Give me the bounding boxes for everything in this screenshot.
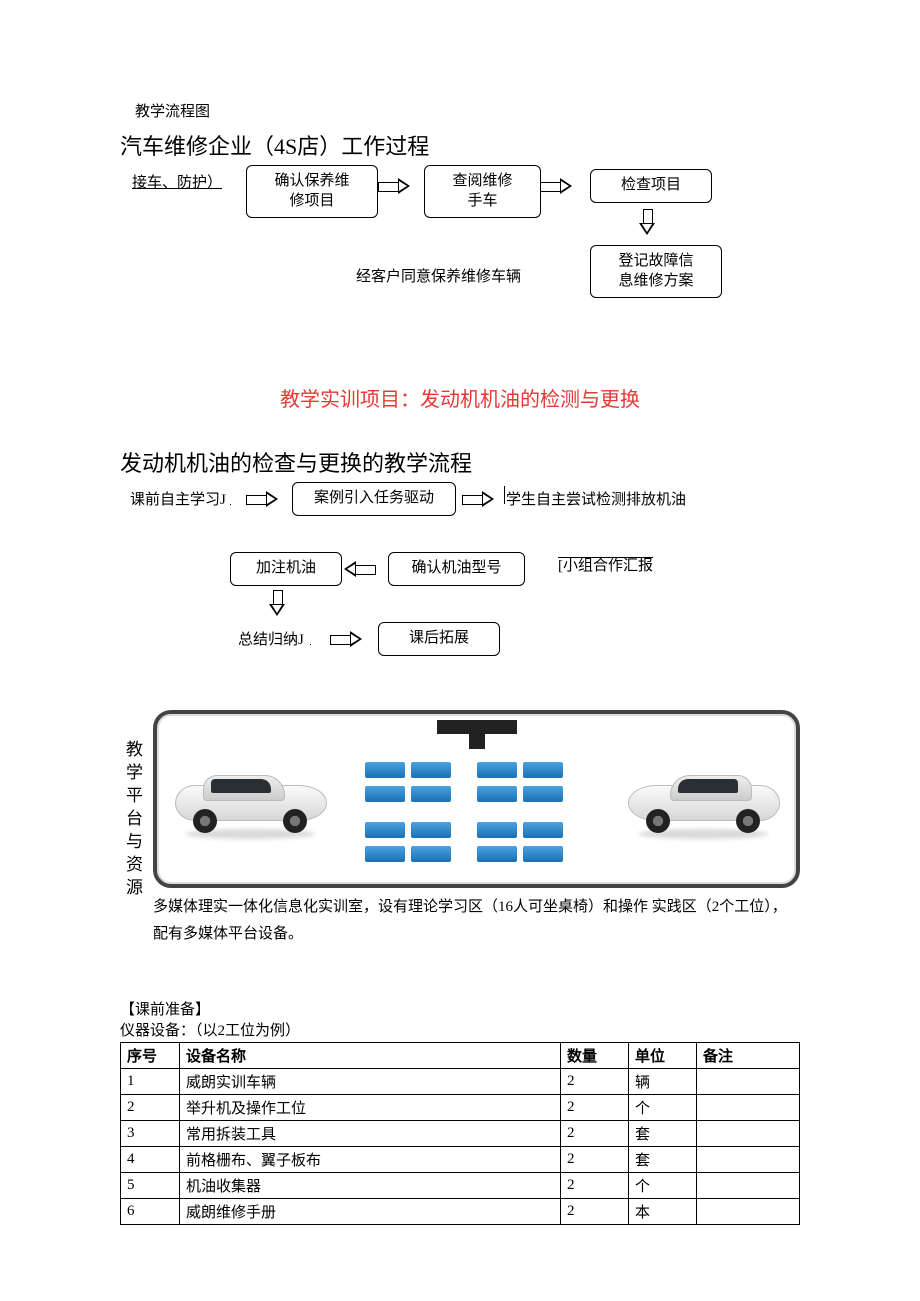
arrow-icon — [378, 179, 412, 193]
table-row: 1威朗实训车辆2辆 — [121, 1069, 800, 1095]
cell-unit: 辆 — [629, 1069, 697, 1095]
car-right-icon — [628, 769, 778, 833]
cell-qty: 2 — [561, 1121, 629, 1147]
workflow-diagram-1: 接车、防护） 确认保养维修项目 查阅维修手车 检查项目 登记故障信息维修方案 经… — [120, 165, 800, 365]
red-title: 教学实训项目：发动机机油的检测与更换 — [280, 389, 640, 411]
cell-remark — [697, 1147, 800, 1173]
arrow-icon — [540, 179, 574, 193]
cell-qty: 2 — [561, 1173, 629, 1199]
cell-name: 威朗维修手册 — [180, 1199, 561, 1225]
section1-title: 汽车维修企业（4S店）工作过程 — [120, 129, 800, 161]
cell-remark — [697, 1069, 800, 1095]
arrow-down-icon — [270, 590, 284, 616]
cell-qty: 2 — [561, 1069, 629, 1095]
table-row: 2举升机及操作工位2个 — [121, 1095, 800, 1121]
cell-unit: 个 — [629, 1173, 697, 1199]
flow2-box-last: 课后拓展 — [378, 622, 500, 656]
table-header-row: 序号 设备名称 数量 单位 备注 — [121, 1043, 800, 1069]
col-remark: 备注 — [697, 1043, 800, 1069]
arrow-icon — [462, 492, 496, 506]
cell-qty: 2 — [561, 1147, 629, 1173]
col-name: 设备名称 — [180, 1043, 561, 1069]
podium-icon — [437, 720, 517, 734]
arrow-down-icon — [640, 209, 654, 235]
flow1-box4: 登记故障信息维修方案 — [590, 245, 722, 298]
workflow-diagram-2: 课前自主学习J 案例引入任务驱动 学生自主尝试检测排放机油 加注机油 确认机油型… — [120, 482, 800, 692]
cell-no: 5 — [121, 1173, 180, 1199]
table-row: 4前格栅布、翼子板布2套 — [121, 1147, 800, 1173]
equipment-table: 序号 设备名称 数量 单位 备注 1威朗实训车辆2辆2举升机及操作工位2个3常用… — [120, 1042, 800, 1225]
flow2-summary-label: 总结归纳J — [238, 628, 304, 649]
flow2-box1: 案例引入任务驱动 — [292, 482, 456, 516]
cell-unit: 个 — [629, 1095, 697, 1121]
cell-name: 前格栅布、翼子板布 — [180, 1147, 561, 1173]
col-unit: 单位 — [629, 1043, 697, 1069]
col-qty: 数量 — [561, 1043, 629, 1069]
cell-no: 2 — [121, 1095, 180, 1121]
flow2-pre: 课前自主学习J — [130, 488, 226, 509]
car-left-icon — [175, 769, 325, 833]
arrow-left-icon — [342, 562, 376, 576]
flow2-box-left: 加注机油 — [230, 552, 342, 586]
section2-title: 发动机机油的检查与更换的教学流程 — [120, 446, 800, 478]
cell-no: 3 — [121, 1121, 180, 1147]
flow1-box1: 确认保养维修项目 — [246, 165, 378, 218]
cell-name: 机油收集器 — [180, 1173, 561, 1199]
flow1-start: 接车、防护） — [132, 171, 222, 192]
cell-remark — [697, 1095, 800, 1121]
flow1-note: 经客户同意保养维修车辆 — [356, 265, 521, 286]
prep-header: 【课前准备】 — [120, 998, 800, 1019]
arrow-icon — [330, 632, 364, 646]
table-row: 3常用拆装工具2套 — [121, 1121, 800, 1147]
cell-name: 常用拆装工具 — [180, 1121, 561, 1147]
top-label: 教学流程图 — [120, 100, 800, 121]
classroom-vertical-label: 教学平台与资源 — [120, 740, 145, 901]
prep-sub: 仪器设备：（以2工位为例） — [120, 1019, 800, 1040]
cell-remark — [697, 1199, 800, 1225]
col-no: 序号 — [121, 1043, 180, 1069]
cell-name: 举升机及操作工位 — [180, 1095, 561, 1121]
flow2-box-mid: 确认机油型号 — [388, 552, 525, 586]
cell-no: 4 — [121, 1147, 180, 1173]
cell-no: 1 — [121, 1069, 180, 1095]
cell-unit: 本 — [629, 1199, 697, 1225]
cell-remark — [697, 1121, 800, 1147]
cell-name: 威朗实训车辆 — [180, 1069, 561, 1095]
classroom-caption: 多媒体理实一体化信息化实训室，设有理论学习区（16人可坐桌椅）和操作 实践区（2… — [153, 894, 800, 948]
cell-unit: 套 — [629, 1147, 697, 1173]
cell-qty: 2 — [561, 1199, 629, 1225]
flow1-box3: 检查项目 — [590, 169, 712, 203]
arrow-icon — [246, 492, 280, 506]
flow1-box2: 查阅维修手车 — [424, 165, 541, 218]
cell-qty: 2 — [561, 1095, 629, 1121]
cell-unit: 套 — [629, 1121, 697, 1147]
table-row: 5机油收集器2个 — [121, 1173, 800, 1199]
table-row: 6威朗维修手册2本 — [121, 1199, 800, 1225]
cell-remark — [697, 1173, 800, 1199]
cell-no: 6 — [121, 1199, 180, 1225]
flow2-right2: [小组合作汇报 — [558, 554, 653, 575]
flow2-right1: 学生自主尝试检测排放机油 — [506, 488, 686, 509]
classroom-illustration — [153, 710, 800, 888]
